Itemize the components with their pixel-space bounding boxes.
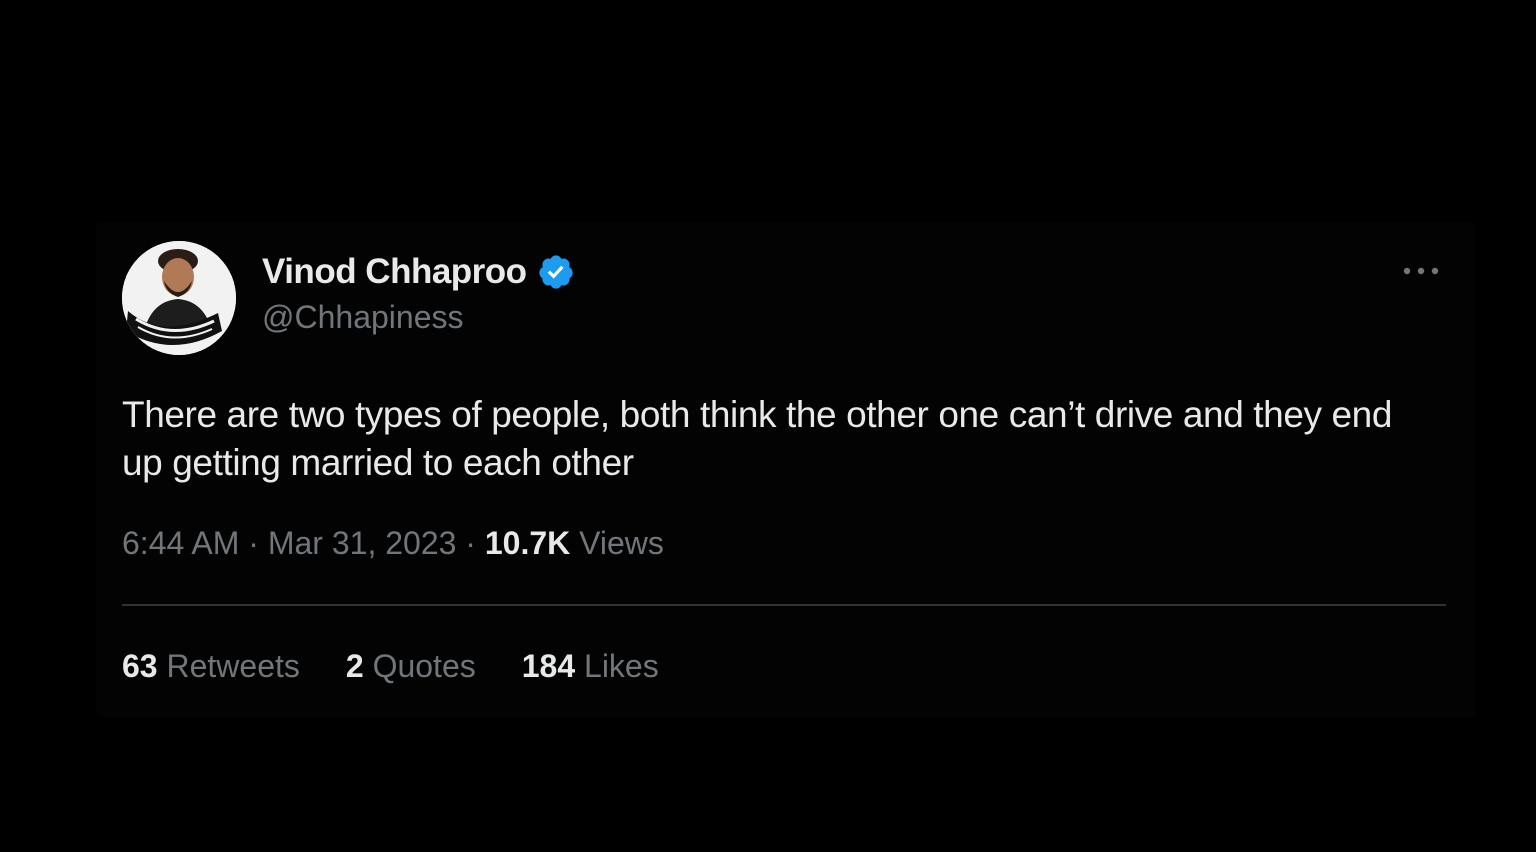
tweet-meta: 6:44 AM · Mar 31, 2023 · 10.7K Views (122, 525, 664, 562)
retweets-stat[interactable]: 63 Retweets (122, 648, 300, 685)
meta-separator: · (239, 525, 268, 561)
likes-stat[interactable]: 184 Likes (522, 648, 659, 685)
author-handle[interactable]: @Chhapiness (262, 299, 463, 336)
screenshot-canvas: Vinod Chhaproo @Chhapiness There are two… (0, 0, 1536, 852)
likes-count: 184 (521, 648, 576, 684)
divider (122, 604, 1446, 606)
tweet-date[interactable]: Mar 31, 2023 (268, 525, 457, 561)
verified-badge-icon (537, 253, 575, 291)
quotes-stat[interactable]: 2 Quotes (346, 648, 476, 685)
tweet-time[interactable]: 6:44 AM (122, 525, 239, 561)
quotes-label: Quotes (363, 648, 476, 684)
avatar[interactable] (122, 241, 236, 355)
quotes-count: 2 (345, 648, 364, 684)
likes-label: Likes (575, 648, 659, 684)
author-name-row: Vinod Chhaproo (262, 250, 575, 294)
tweet-stats: 63 Retweets 2 Quotes 184 Likes (122, 648, 659, 685)
author-display-name[interactable]: Vinod Chhaproo (262, 252, 527, 292)
meta-separator: · (456, 525, 485, 561)
avatar-image (122, 241, 236, 355)
retweets-count: 63 (122, 648, 158, 684)
retweets-label: Retweets (157, 648, 300, 684)
views-count: 10.7K (484, 525, 571, 561)
views-label: Views (570, 525, 664, 561)
more-horizontal-icon[interactable] (1398, 255, 1444, 287)
tweet-text: There are two types of people, both thin… (122, 394, 1393, 483)
